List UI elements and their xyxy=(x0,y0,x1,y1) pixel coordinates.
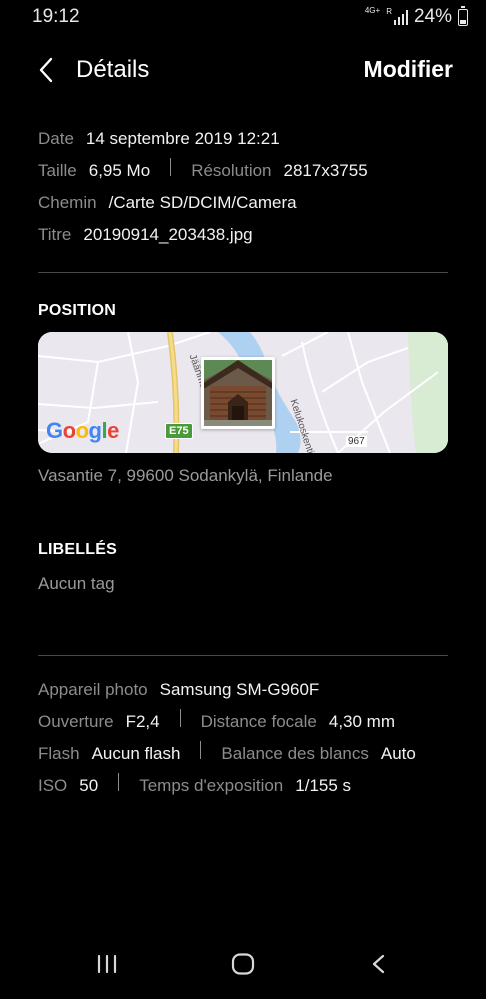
iso-label: ISO xyxy=(38,776,68,795)
path-row: Chemin /Carte SD/DCIM/Camera xyxy=(38,193,297,213)
size-label: Taille xyxy=(38,161,77,180)
road-number: 967 xyxy=(346,436,367,447)
exposure-value: 1/155 s xyxy=(295,776,352,795)
recents-button[interactable] xyxy=(96,952,118,981)
resolution-value: 2817x3755 xyxy=(283,161,368,180)
chevron-left-icon xyxy=(39,57,53,83)
status-indicators: 4G+ R 24% xyxy=(364,5,468,28)
size-row: Taille 6,95 Mo Résolution 2817x3755 xyxy=(38,158,368,181)
aperture-label: Ouverture xyxy=(38,712,114,731)
position-heading: POSITION xyxy=(38,302,117,319)
navigation-bar xyxy=(0,940,486,990)
title-row: Titre 20190914_203438.jpg xyxy=(38,225,253,245)
roaming-indicator: R xyxy=(386,6,392,16)
divider-vertical xyxy=(118,773,120,791)
flash-value: Aucun flash xyxy=(91,744,181,763)
focal-label: Distance focale xyxy=(200,712,317,731)
path-value: /Carte SD/DCIM/Camera xyxy=(108,193,297,212)
network-type: 4G+ xyxy=(364,6,381,15)
title-label: Titre xyxy=(38,225,72,244)
focal-value: 4,30 mm xyxy=(328,712,395,731)
exposure-label: Temps d'exposition xyxy=(139,776,284,795)
date-row: Date 14 septembre 2019 12:21 xyxy=(38,129,280,149)
tags-heading: LIBELLÉS xyxy=(38,541,117,558)
divider-vertical xyxy=(179,709,181,727)
photo-thumbnail[interactable] xyxy=(201,357,275,429)
edit-button[interactable]: Modifier xyxy=(364,56,453,83)
back-icon xyxy=(372,954,385,974)
camera-row: Appareil photo Samsung SM-G960F xyxy=(38,680,319,700)
home-icon xyxy=(231,953,255,975)
section-divider xyxy=(38,655,448,656)
no-tag-text: Aucun tag xyxy=(38,574,115,593)
battery-icon xyxy=(458,5,468,26)
resolution-label: Résolution xyxy=(191,161,272,180)
size-value: 6,95 Mo xyxy=(88,161,151,180)
status-bar: 19:12 4G+ R 24% xyxy=(0,0,486,34)
white-balance-value: Auto xyxy=(380,744,416,763)
page-title: Détails xyxy=(76,56,150,83)
iso-value: 50 xyxy=(79,776,99,795)
location-map[interactable]: E75 Jäänme Kelukoskentie 967 Google xyxy=(38,332,448,453)
divider-vertical xyxy=(170,158,172,176)
cabin-image xyxy=(204,360,272,426)
address-text: Vasantie 7, 99600 Sodankylä, Finlande xyxy=(38,466,333,485)
camera-value: Samsung SM-G960F xyxy=(159,680,320,699)
home-button[interactable] xyxy=(230,952,256,981)
section-divider xyxy=(38,272,448,273)
nav-back-button[interactable] xyxy=(368,952,390,981)
iso-row: ISO 50 Temps d'exposition 1/155 s xyxy=(38,773,352,796)
date-label: Date xyxy=(38,129,74,148)
battery-percent: 24% xyxy=(413,6,452,27)
signal-icon xyxy=(393,9,408,25)
route-shield: E75 xyxy=(165,423,193,439)
google-logo: Google xyxy=(46,418,119,443)
white-balance-label: Balance des blancs xyxy=(221,744,369,763)
title-value: 20190914_203438.jpg xyxy=(83,225,253,244)
flash-row: Flash Aucun flash Balance des blancs Aut… xyxy=(38,741,416,764)
path-label: Chemin xyxy=(38,193,97,212)
flash-label: Flash xyxy=(38,744,80,763)
aperture-value: F2,4 xyxy=(125,712,160,731)
status-time: 19:12 xyxy=(32,6,80,27)
back-button[interactable] xyxy=(34,56,60,84)
recents-icon xyxy=(97,954,117,974)
divider-vertical xyxy=(200,741,202,759)
camera-label: Appareil photo xyxy=(38,680,148,699)
date-value: 14 septembre 2019 12:21 xyxy=(85,129,280,148)
aperture-row: Ouverture F2,4 Distance focale 4,30 mm xyxy=(38,709,395,732)
